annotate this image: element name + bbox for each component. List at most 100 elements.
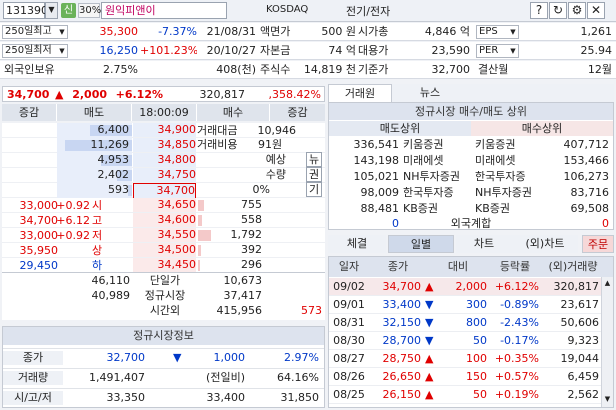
broker-row[interactable]: 88,481 KB증권 KB증권 69,508: [329, 201, 613, 217]
regular-market-title: 정규시장정보: [3, 327, 324, 345]
scroll-down-icon[interactable]: ▼: [602, 393, 613, 405]
price-change: 2,000: [72, 88, 107, 101]
bid-price[interactable]: 34,600: [133, 213, 196, 227]
daily-date: 08/27: [333, 352, 365, 365]
ask-price[interactable]: 34,900: [133, 123, 196, 137]
chevron-down-icon: ▼: [510, 28, 516, 36]
bid-qty: 296: [241, 258, 262, 271]
regular-market-panel: 정규시장정보 종가 32,700 ▼ 1,000 2.97% 거래량 1,491…: [2, 326, 325, 408]
trade-amount: 10,946: [257, 124, 297, 137]
buy-broker: 한국투자증: [475, 170, 526, 183]
tab-daily[interactable]: 일별: [388, 235, 454, 253]
ohlc-type: 고: [92, 214, 103, 227]
bid-price[interactable]: 34,500: [133, 243, 196, 257]
period-select-high[interactable]: 250일최고 ▼: [2, 25, 68, 39]
regular-sell: 40,989: [91, 289, 131, 302]
scrollbar[interactable]: ▲ ▼: [601, 277, 613, 407]
broker-row[interactable]: 105,021 NH투자증권 한국투자증 106,273: [329, 169, 613, 185]
tab-trades[interactable]: 체결: [328, 235, 386, 253]
expected-label: 예상: [265, 153, 286, 166]
ask-price[interactable]: 34,700: [133, 183, 196, 199]
regular-value-c: 2.97%: [284, 351, 319, 364]
scroll-up-icon[interactable]: ▲: [602, 277, 613, 289]
refresh-icon[interactable]: ↻: [549, 2, 567, 19]
expected-qty-label: 수량: [265, 168, 286, 181]
trade-cost: 91원: [258, 138, 283, 151]
low-price: 16,250: [99, 44, 139, 57]
tab-foreign-chart[interactable]: (외)차트: [512, 235, 578, 253]
ask-row[interactable]: 593 34,700: [2, 183, 325, 199]
face-value-label: 액면가: [260, 25, 291, 38]
per-select[interactable]: PER ▼: [476, 44, 519, 58]
tab-brokers[interactable]: 거래원: [328, 84, 392, 102]
daily-volume: 23,617: [560, 298, 600, 311]
sell-broker: 한국투자증: [403, 186, 454, 199]
change-header: 대비: [447, 260, 469, 273]
ohlc-price: 35,950: [19, 244, 59, 257]
bid-price[interactable]: 34,550: [133, 228, 196, 242]
broker-row[interactable]: 336,541 키움증권 키움증권 407,712: [329, 137, 613, 153]
regular-market-label: 정규시장: [144, 289, 186, 302]
tab-news[interactable]: 뉴스: [398, 84, 462, 102]
sell-broker: 미래에셋: [403, 154, 444, 167]
bid-price[interactable]: 34,650: [133, 198, 196, 212]
tab-chart[interactable]: 차트: [456, 235, 512, 253]
down-arrow-icon: ▼: [173, 351, 182, 364]
eps-value: 1,261: [580, 25, 613, 38]
daily-row[interactable]: 08/27 28,750 ▲ 100 +0.35% 19,044: [329, 350, 601, 368]
daily-row[interactable]: 09/01 33,400 ▼ 300 -0.89% 23,617: [329, 296, 601, 314]
shares: 14,819 천: [303, 63, 356, 76]
volume: 320,817: [199, 88, 246, 101]
rights-button[interactable]: 권: [306, 167, 322, 182]
eps-select[interactable]: EPS ▼: [476, 25, 519, 39]
regular-value-a: 1,491,407: [89, 371, 145, 384]
regular-value-a: 33,350: [106, 391, 146, 404]
market-cap: 4,846 억: [424, 25, 470, 38]
close-icon[interactable]: ✕: [587, 2, 605, 19]
buy-broker: NH투자증권: [475, 186, 532, 199]
title-bar: 131390 ▼ 신 30% 원익피앤이 KOSDAQ 전기/전자 ? ↻ ⚙ ✕: [0, 0, 616, 22]
stock-name-field[interactable]: 원익피앤이: [101, 2, 227, 19]
daily-change: 50: [473, 388, 487, 401]
ask-price[interactable]: 34,800: [133, 153, 196, 167]
ask-price[interactable]: 34,850: [133, 138, 196, 152]
ask-price[interactable]: 34,750: [133, 168, 196, 182]
regular-row: 거래량 1,491,407 (전일비) 64.16%: [3, 368, 324, 387]
news-button[interactable]: 뉴: [306, 152, 322, 167]
daily-date: 08/30: [333, 334, 365, 347]
capital: 74 억: [328, 44, 356, 57]
help-icon[interactable]: ?: [530, 2, 548, 19]
tab-order[interactable]: 주문: [582, 235, 614, 253]
daily-close: 32,150: [382, 316, 422, 329]
broker-row[interactable]: 143,198 미래에셋 미래에셋 153,466: [329, 153, 613, 169]
info-row-foreign: 외국인보유 2.75% 408(천) 주식수 14,819 천 기준가 32,7…: [0, 61, 616, 79]
broker-panel: 정규시장 매수/매도 상위 매도상위 매수상위 336,541 키움증권 키움증…: [328, 102, 614, 230]
after-hours-extra: 573: [301, 304, 322, 317]
sell-broker: KB증권: [403, 202, 438, 215]
after-hours-buy: 415,956: [216, 304, 263, 317]
regular-value-b: 33,400: [206, 391, 246, 404]
sell-qty: 143,198: [353, 154, 400, 167]
face-value: 500 원: [321, 25, 356, 38]
stock-code-input[interactable]: 131390: [3, 2, 48, 19]
daily-row[interactable]: 09/02 34,700 ▲ 2,000 +6.12% 320,817: [329, 278, 601, 296]
period-select-low[interactable]: 250일최저 ▼: [2, 44, 68, 58]
broker-row[interactable]: 98,009 한국투자증 NH투자증권 83,716: [329, 185, 613, 201]
buy-qty: 83,716: [570, 186, 610, 199]
gear-icon[interactable]: ⚙: [568, 2, 586, 19]
chevron-down-icon[interactable]: ▼: [45, 2, 58, 19]
high-date: 21/08/31: [206, 25, 256, 38]
other-button[interactable]: 기: [306, 182, 322, 197]
daily-row[interactable]: 08/30 28,700 ▼ 50 -0.17% 9,323: [329, 332, 601, 350]
bid-price[interactable]: 34,450: [133, 258, 196, 272]
ohlc-type: 저: [92, 229, 103, 242]
credit-badge: 신: [61, 3, 76, 18]
daily-row[interactable]: 08/26 26,650 ▲ 150 +0.57% 6,459: [329, 368, 601, 386]
daily-row[interactable]: 08/31 32,150 ▼ 800 -2.43% 50,606: [329, 314, 601, 332]
daily-row[interactable]: 08/25 26,150 ▲ 50 +0.19% 2,562: [329, 386, 601, 404]
sell-top-header: 매도상위: [329, 121, 471, 136]
period-label: 250일최저: [5, 45, 52, 56]
date-header: 일자: [338, 260, 360, 273]
ohlc-change: +0.92: [56, 199, 90, 212]
daily-close: 33,400: [382, 298, 422, 311]
